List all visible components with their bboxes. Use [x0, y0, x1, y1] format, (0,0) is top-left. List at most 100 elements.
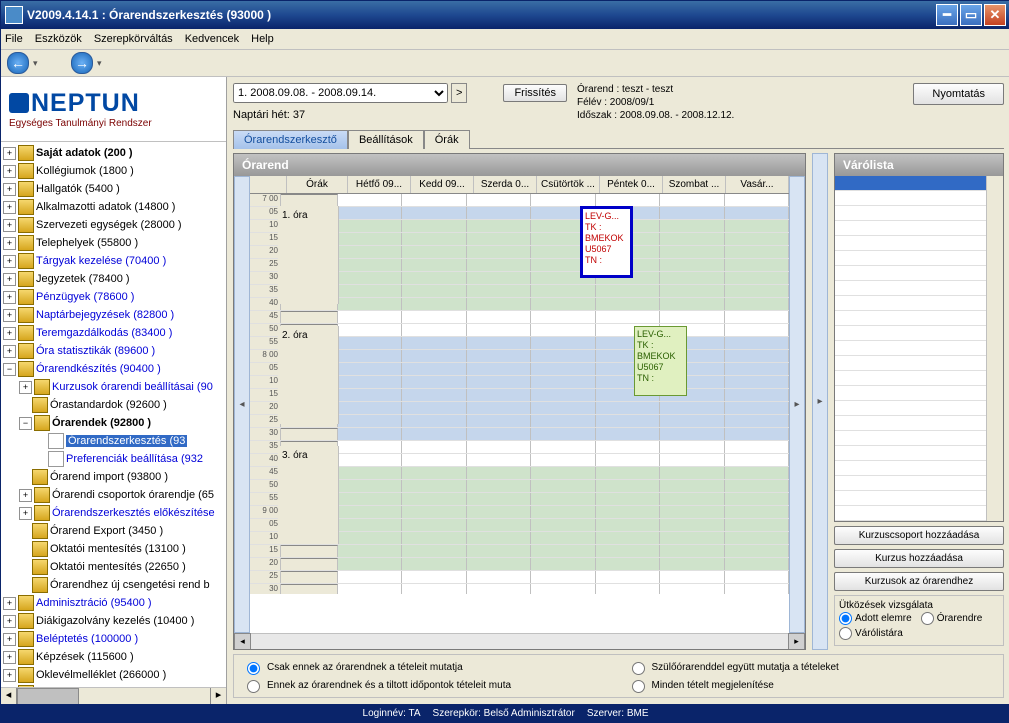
col-szerda[interactable]: Szerda 0... [474, 176, 537, 193]
col-szombat[interactable]: Szombat ... [663, 176, 726, 193]
courses-to-schedule-button[interactable]: Kurzusok az órarendhez [834, 572, 1004, 591]
status-server: Szerver: BME [587, 708, 649, 719]
tree-node[interactable]: Órarend Export (3450 ) [3, 522, 224, 540]
period-selector: 1. 2008.09.08. - 2008.09.14. > Frissítés… [233, 83, 567, 121]
tree-node[interactable]: +Oklevélmelléklet (266000 ) [3, 666, 224, 684]
menu-kedvencek[interactable]: Kedvencek [185, 33, 239, 45]
tree-node[interactable]: −Órarendek (92800 ) [3, 414, 224, 432]
tree-node[interactable]: +Hallgatók (5400 ) [3, 180, 224, 198]
tree-node[interactable]: −Órarendkészítés (90400 ) [3, 360, 224, 378]
conflict-options: Ütközések vizsgálata Adott elemre Óraren… [834, 595, 1004, 646]
tree-node[interactable]: +Diákigazolvány kezelés (10400 ) [3, 612, 224, 630]
forward-button[interactable]: → [71, 52, 93, 74]
tree-node[interactable]: +Órarendi csoportok órarendje (65 [3, 486, 224, 504]
period-go-button[interactable]: > [451, 83, 467, 103]
maximize-button[interactable]: ▭ [960, 4, 982, 26]
tree-node[interactable]: Órarendhez új csengetési rend b [3, 576, 224, 594]
grid-header: Órák Hétfő 09... Kedd 09... Szerda 0... … [250, 176, 789, 194]
minimize-button[interactable]: ━ [936, 4, 958, 26]
sidebar: NEPTUN Egységes Tanulmányi Rendszer +Saj… [1, 77, 227, 704]
tab-row: Órarendszerkesztő Beállítások Órák [233, 126, 1004, 149]
conflict-radio-waitlist[interactable] [839, 627, 852, 640]
tree-node[interactable]: +Óra statisztikák (89600 ) [3, 342, 224, 360]
back-history-dropdown[interactable]: ▾ [33, 58, 43, 69]
forward-history-dropdown[interactable]: ▾ [97, 58, 107, 69]
schedule-title: Órarend [234, 154, 805, 176]
status-login: Loginnév: TA [363, 708, 421, 719]
opt-own-only[interactable] [247, 662, 260, 675]
hour-label-3: 3. óra [278, 446, 339, 544]
menu-szerepkor[interactable]: Szerepkörváltás [94, 33, 173, 45]
tree-node[interactable]: Preferenciák beállítása (932 [3, 450, 224, 468]
refresh-button[interactable]: Frissítés [503, 84, 567, 102]
tree-node[interactable]: +Kurzusok órarendi beállításai (90 [3, 378, 224, 396]
tree-node[interactable]: Órarendszerkesztés (93 [3, 432, 224, 450]
menu-file[interactable]: File [5, 33, 23, 45]
tree-node[interactable]: +Pénzügyek (78600 ) [3, 288, 224, 306]
scroll-right-button[interactable]: ▸ [789, 176, 805, 633]
waitlist-title: Várólista [835, 154, 1003, 176]
tree-node[interactable]: +Alkalmazotti adatok (14800 ) [3, 198, 224, 216]
display-options: Csak ennek az órarendnek a tételeit muta… [233, 654, 1004, 698]
lesson-block-2[interactable]: LEV-G... TK : BMEKOK U5067 TN : [634, 326, 687, 396]
tree-node[interactable]: Oktatói mentesítés (13100 ) [3, 540, 224, 558]
back-button[interactable]: ← [7, 52, 29, 74]
nav-tree[interactable]: +Saját adatok (200 )+Kollégiumok (1800 )… [1, 142, 226, 687]
main-area: 1. 2008.09.08. - 2008.09.14. > Frissítés… [227, 77, 1009, 704]
menu-help[interactable]: Help [251, 33, 274, 45]
tree-node[interactable]: +Képzések (115600 ) [3, 648, 224, 666]
tab-orarendszerkeszto[interactable]: Órarendszerkesztő [233, 130, 348, 149]
info-felev: Félév : 2008/09/1 [577, 96, 734, 109]
info-idoszak: Időszak : 2008.09.08. - 2008.12.12. [577, 109, 734, 122]
statusbar: Loginnév: TA Szerepkör: Belső Adminisztr… [1, 704, 1009, 722]
tree-node[interactable]: Órastandardok (92600 ) [3, 396, 224, 414]
tree-node[interactable]: +Tárgyak kezelése (70400 ) [3, 252, 224, 270]
waitlist-pane: Várólista [834, 153, 1004, 522]
tab-orak[interactable]: Órák [424, 130, 470, 149]
waitlist-vscroll[interactable] [986, 176, 1003, 521]
opt-with-parent[interactable] [632, 662, 645, 675]
tree-node[interactable]: +Szervezeti egységek (28000 ) [3, 216, 224, 234]
conflict-radio-schedule[interactable] [921, 612, 934, 625]
menu-eszkozok[interactable]: Eszközök [35, 33, 82, 45]
period-select[interactable]: 1. 2008.09.08. - 2008.09.14. [233, 83, 448, 103]
add-course-button[interactable]: Kurzus hozzáadása [834, 549, 1004, 568]
tree-node[interactable]: +Telephelyek (55800 ) [3, 234, 224, 252]
add-group-button[interactable]: Kurzuscsoport hozzáadása [834, 526, 1004, 545]
menubar: File Eszközök Szerepkörváltás Kedvencek … [1, 29, 1009, 50]
opt-show-all[interactable] [632, 680, 645, 693]
scroll-left-button[interactable]: ◂ [234, 176, 250, 633]
close-button[interactable]: ✕ [984, 4, 1006, 26]
sidebar-hscroll[interactable]: ◂▸ [1, 687, 226, 704]
col-pentek[interactable]: Péntek 0... [600, 176, 663, 193]
tree-node[interactable]: +Teremgazdálkodás (83400 ) [3, 324, 224, 342]
tree-node[interactable]: +Beléptetés (100000 ) [3, 630, 224, 648]
waitlist-row-selected[interactable] [835, 176, 986, 191]
tree-node[interactable]: Órarend import (93800 ) [3, 468, 224, 486]
conflict-radio-element[interactable] [839, 612, 852, 625]
pane-splitter[interactable]: ▸ [812, 153, 828, 650]
tree-node[interactable]: +Saját adatok (200 ) [3, 144, 224, 162]
tree-node[interactable]: +Adminisztráció (95400 ) [3, 594, 224, 612]
col-kedd[interactable]: Kedd 09... [411, 176, 474, 193]
col-orak[interactable]: Órák [287, 176, 348, 193]
tree-node[interactable]: +Órarendszerkesztés előkészítése [3, 504, 224, 522]
tree-node[interactable]: Oktatói mentesítés (22650 ) [3, 558, 224, 576]
schedule-pane: Órarend ◂ Órák Hétfő 09... Kedd 09... Sz… [233, 153, 806, 650]
tab-beallitasok[interactable]: Beállítások [348, 130, 424, 149]
col-csutortok[interactable]: Csütörtök ... [537, 176, 600, 193]
window-title: V2009.4.14.1 : Órarendszerkesztés (93000… [27, 8, 271, 22]
grid-hscroll[interactable]: ◂▸ [234, 633, 805, 649]
col-vasarnap[interactable]: Vasár... [726, 176, 789, 193]
app-icon [5, 6, 23, 24]
lesson-block-1[interactable]: LEV-G... TK : BMEKOK U5067 TN : [580, 206, 633, 278]
tree-node[interactable]: +Kollégiumok (1800 ) [3, 162, 224, 180]
waitlist-body[interactable] [835, 176, 986, 521]
print-button[interactable]: Nyomtatás [913, 83, 1004, 105]
calendar-week-label: Naptári hét: 37 [233, 109, 567, 121]
col-hetfo[interactable]: Hétfő 09... [348, 176, 411, 193]
col-time[interactable] [250, 176, 287, 193]
tree-node[interactable]: +Jegyzetek (78400 ) [3, 270, 224, 288]
opt-with-blocked[interactable] [247, 680, 260, 693]
tree-node[interactable]: +Naptárbejegyzések (82800 ) [3, 306, 224, 324]
